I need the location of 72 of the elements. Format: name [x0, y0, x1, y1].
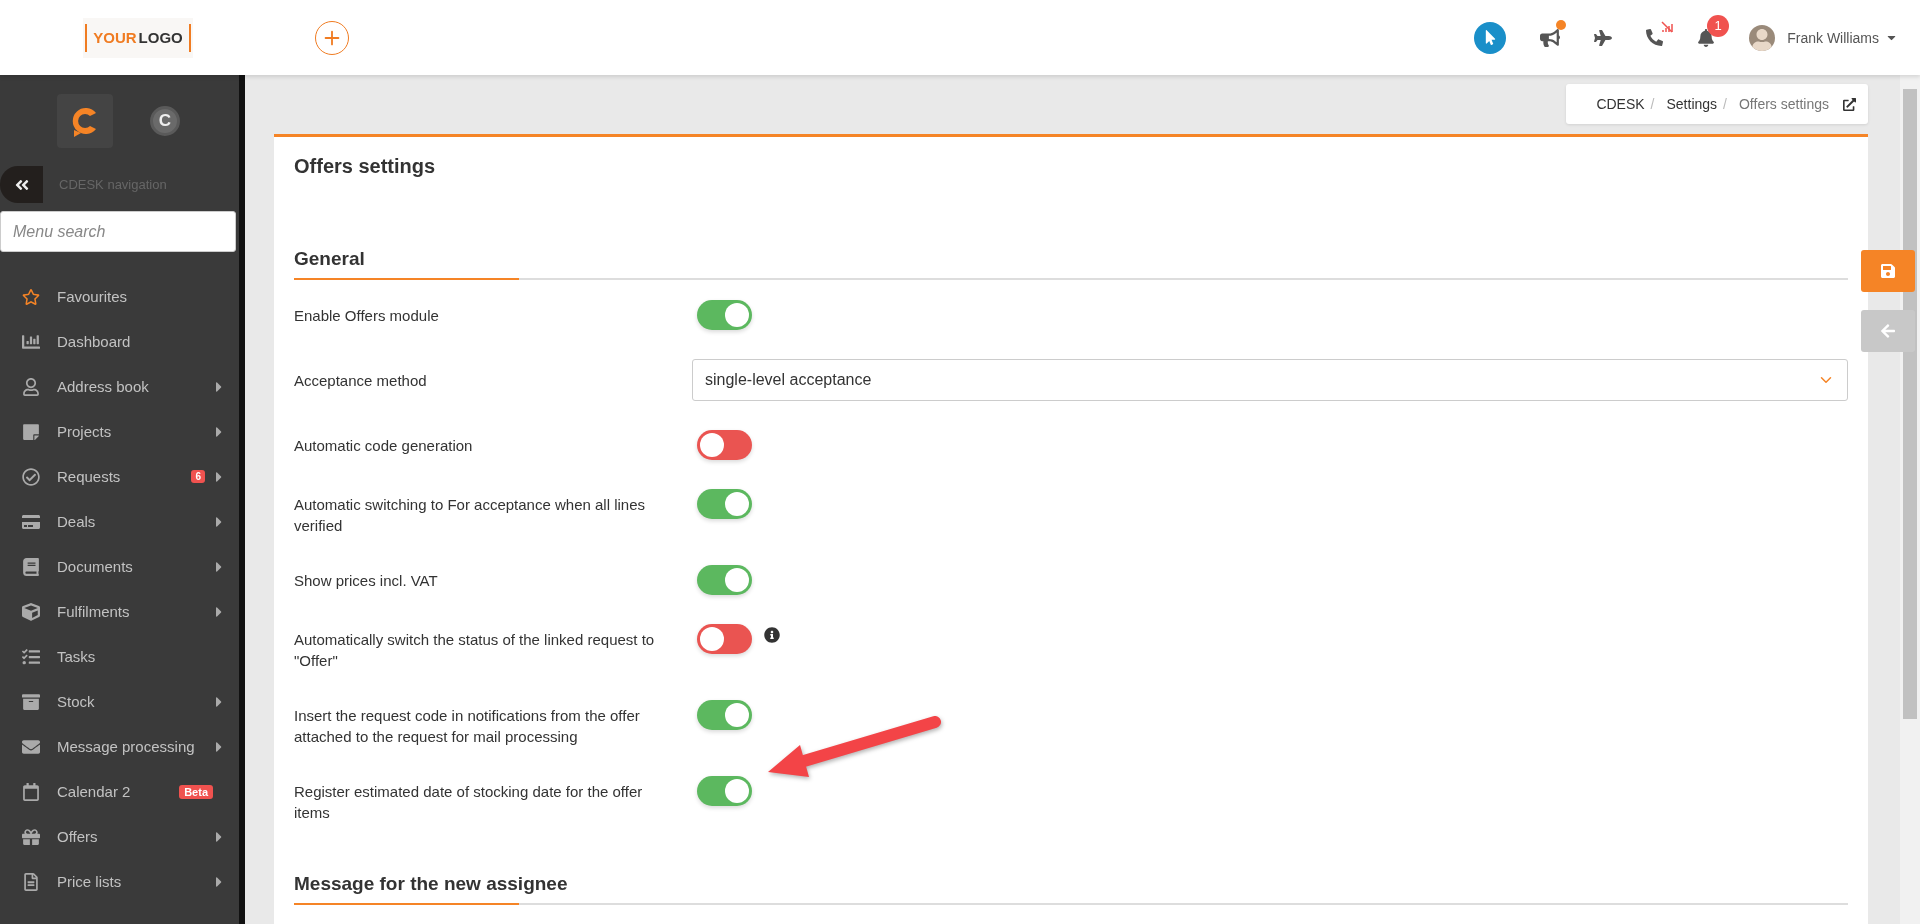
avatar [1749, 24, 1776, 51]
setting-label: Insert the request code in notifications from the offer attached to the request for mail processing [294, 706, 641, 747]
calendar-icon [20, 782, 42, 801]
archive-icon [20, 692, 42, 711]
menu-item[interactable]: Fulfilments [57, 603, 130, 620]
menu-badge: Beta [179, 784, 213, 799]
menu-item[interactable]: Stock [57, 693, 95, 710]
megaphone-icon[interactable] [1540, 27, 1561, 48]
phone-icon[interactable] [1646, 29, 1664, 46]
add-button[interactable] [315, 20, 349, 55]
breadcrumb-link[interactable]: CDESK [1596, 96, 1645, 112]
logo-word: YOUR [93, 29, 137, 46]
menu-item[interactable]: Calendar 2 [57, 783, 131, 800]
notification-badge: 1 [1707, 14, 1730, 37]
toggle-switch[interactable] [697, 300, 752, 330]
menu-badge: 6 [191, 470, 205, 483]
section-title: Message for the new assignee [294, 873, 1848, 905]
breadcrumb-separator: / [1650, 96, 1655, 112]
person-icon [20, 377, 42, 396]
cube-icon [20, 602, 42, 621]
menu-item[interactable]: Tasks [57, 648, 96, 665]
star-icon [20, 287, 42, 306]
select-field[interactable]: single-level acceptance [692, 359, 1848, 401]
section-title: General [294, 248, 1848, 280]
save-button[interactable] [1861, 250, 1915, 292]
setting-label: Show prices incl. VAT [294, 571, 439, 591]
breadcrumb-separator: / [1723, 96, 1727, 112]
setting-label: Automatic code generation [294, 436, 474, 456]
checklist-icon [20, 647, 42, 666]
pointer-button[interactable] [1474, 21, 1507, 54]
menu-item[interactable]: Dashboard [57, 333, 131, 350]
menu-item[interactable]: Message processing [57, 738, 195, 755]
page-title: Offers settings [294, 155, 437, 178]
books-icon [20, 557, 42, 576]
toggle-switch[interactable] [697, 489, 752, 519]
toggle-switch[interactable] [697, 430, 752, 460]
info-icon [764, 627, 780, 643]
menu-item[interactable]: Projects [57, 423, 112, 440]
no-signal-icon [1661, 21, 1674, 33]
menu-item[interactable]: Documents [57, 558, 133, 575]
breadcrumb-link[interactable]: Offers settings [1739, 96, 1829, 112]
toggle-switch[interactable] [697, 776, 752, 806]
setting-label: Automatic switching to For acceptance when all lines verified [294, 495, 646, 536]
setting-label: Automatically switch the status of the linked request to "Offer" [294, 630, 656, 671]
card-icon [20, 512, 42, 531]
toggle-switch[interactable] [697, 565, 752, 595]
logo-word: LOGO [138, 29, 183, 46]
menu-item[interactable]: Requests [57, 468, 121, 485]
menu-item[interactable]: Offers [57, 828, 98, 845]
setting-label: Register estimated date of stocking date for the offer items [294, 782, 644, 823]
setting-label: Enable Offers module [294, 306, 440, 326]
app-logo [57, 94, 113, 148]
setting-label: Acceptance method [294, 370, 428, 391]
menu-search-field[interactable]: Menu search [0, 211, 236, 252]
toggle-switch[interactable] [697, 624, 752, 654]
bar-chart-icon [20, 332, 42, 351]
company-avatar: C [150, 106, 180, 136]
arrow-left-icon [1880, 323, 1896, 339]
user-menu[interactable]: Frank Williams [1787, 29, 1898, 46]
menu-item[interactable]: Price lists [57, 873, 122, 890]
menu-item[interactable]: Favourites [57, 288, 128, 305]
external-link-icon[interactable] [1843, 97, 1856, 111]
menu-item[interactable]: Address book [57, 378, 149, 395]
toggle-switch[interactable] [697, 700, 752, 730]
breadcrumb-link[interactable]: Settings [1666, 96, 1718, 112]
menu-item[interactable]: Deals [57, 513, 96, 530]
envelope-icon [20, 737, 42, 756]
gift-icon [20, 827, 42, 846]
bell-icon[interactable] [1697, 28, 1716, 47]
note-icon [20, 422, 42, 441]
collapse-button[interactable] [0, 166, 43, 203]
airplane-icon[interactable] [1594, 28, 1613, 47]
